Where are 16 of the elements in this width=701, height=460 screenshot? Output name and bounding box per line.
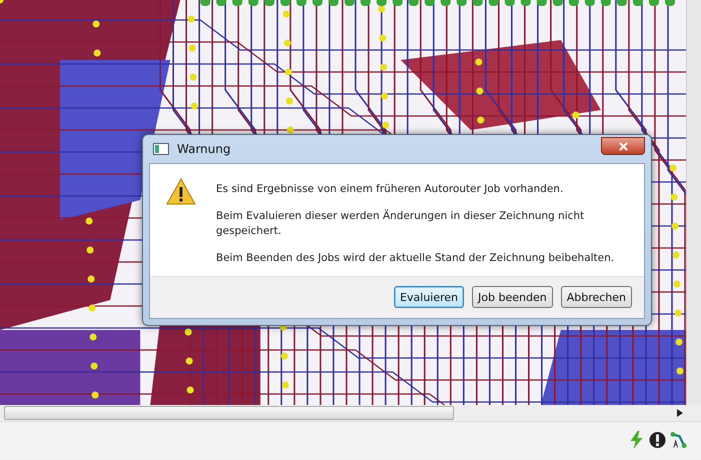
scroll-right-icon[interactable] [677, 409, 683, 417]
route-icon[interactable] [670, 431, 687, 449]
dialog-button[interactable]: Abbrechen [560, 286, 632, 308]
exclamation-icon[interactable] [649, 431, 666, 449]
dialog-button[interactable]: Job beenden [472, 286, 553, 308]
warning-icon [166, 178, 196, 205]
window-icon [153, 143, 169, 155]
message-text: Beim Evaluieren dieser werden Änderungen in dieser Zeichnung nicht gespeichert. [216, 209, 586, 239]
close-icon [618, 142, 628, 150]
vertical-scrollbar[interactable] [686, 0, 701, 405]
dialog-title: Warnung [177, 142, 231, 156]
dialog-button[interactable]: Evaluieren [394, 286, 464, 308]
message-text: Beim Beenden des Jobs wird der aktuelle Stand der Zeichnung beibehalten. [216, 251, 616, 266]
message-text: Es sind Ergebnisse von einem früheren Autorouter Job vorhanden. [216, 182, 564, 197]
horizontal-scrollbar[interactable] [4, 406, 454, 420]
close-button[interactable] [601, 137, 645, 155]
